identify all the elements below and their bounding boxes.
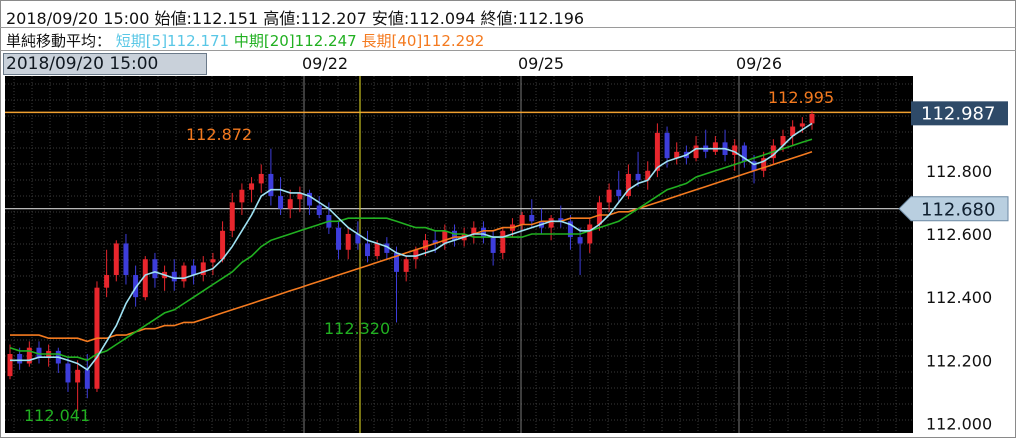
candle-body	[596, 202, 602, 225]
annotation-label: 112.872	[186, 125, 252, 144]
annotation-label: 112.041	[24, 406, 90, 425]
candle-body	[606, 189, 612, 203]
candle-body	[664, 132, 670, 159]
annotation-label: 112.320	[324, 319, 390, 338]
candle-body	[278, 196, 284, 209]
candle-body	[345, 233, 351, 250]
candle-body	[249, 183, 255, 190]
candle-body	[75, 369, 81, 383]
candle-body	[490, 237, 496, 253]
candle-body	[113, 243, 119, 276]
candle-body	[712, 142, 718, 152]
candle-body	[529, 215, 535, 222]
candle-body	[258, 173, 264, 184]
candle-body	[635, 173, 641, 181]
candle-body	[210, 259, 216, 263]
candle-body	[7, 354, 13, 377]
candlestick-chart[interactable]: 112.872 112.320 112.041 112.995 112.800 112.6…	[0, 0, 1024, 441]
candle-body	[548, 218, 554, 228]
candle-body	[500, 230, 506, 253]
candle-body	[239, 189, 245, 203]
candle-body	[809, 113, 815, 124]
candle-body	[365, 243, 371, 257]
candle-body	[220, 230, 226, 260]
candle-body	[171, 271, 177, 282]
candle-body	[17, 354, 23, 364]
candle-body	[587, 224, 593, 244]
y-tick-label: 112.400	[926, 288, 992, 307]
y-tick-label: 112.200	[926, 351, 992, 370]
candle-body	[104, 275, 110, 288]
top-price-value: 112.987	[921, 103, 995, 124]
candle-body	[65, 363, 71, 383]
candle-body	[616, 189, 622, 197]
candle-body	[451, 230, 457, 241]
candle-body	[152, 259, 158, 279]
y-tick-label: 112.000	[926, 415, 992, 434]
candle-body	[480, 227, 486, 238]
annotation-label: 112.995	[768, 88, 834, 107]
candle-body	[36, 347, 42, 358]
candle-body	[123, 243, 129, 276]
candle-body	[422, 240, 428, 250]
y-tick-label: 112.600	[926, 225, 992, 244]
candle-body	[287, 199, 293, 209]
candle-body	[316, 205, 322, 216]
candle-body	[84, 369, 90, 389]
candle-body	[268, 173, 274, 197]
candle-body	[26, 347, 32, 364]
candle-body	[654, 132, 660, 171]
candle-body	[799, 123, 805, 127]
candle-body	[693, 145, 699, 159]
candle-body	[374, 243, 380, 257]
plot-background	[5, 76, 913, 433]
y-tick-label: 112.800	[926, 162, 992, 181]
candle-body	[519, 215, 525, 225]
candle-body	[403, 259, 409, 272]
candle-body	[336, 227, 342, 250]
candle-body	[229, 202, 235, 231]
candle-body	[577, 237, 583, 244]
current-price-value: 112.680	[921, 200, 995, 221]
